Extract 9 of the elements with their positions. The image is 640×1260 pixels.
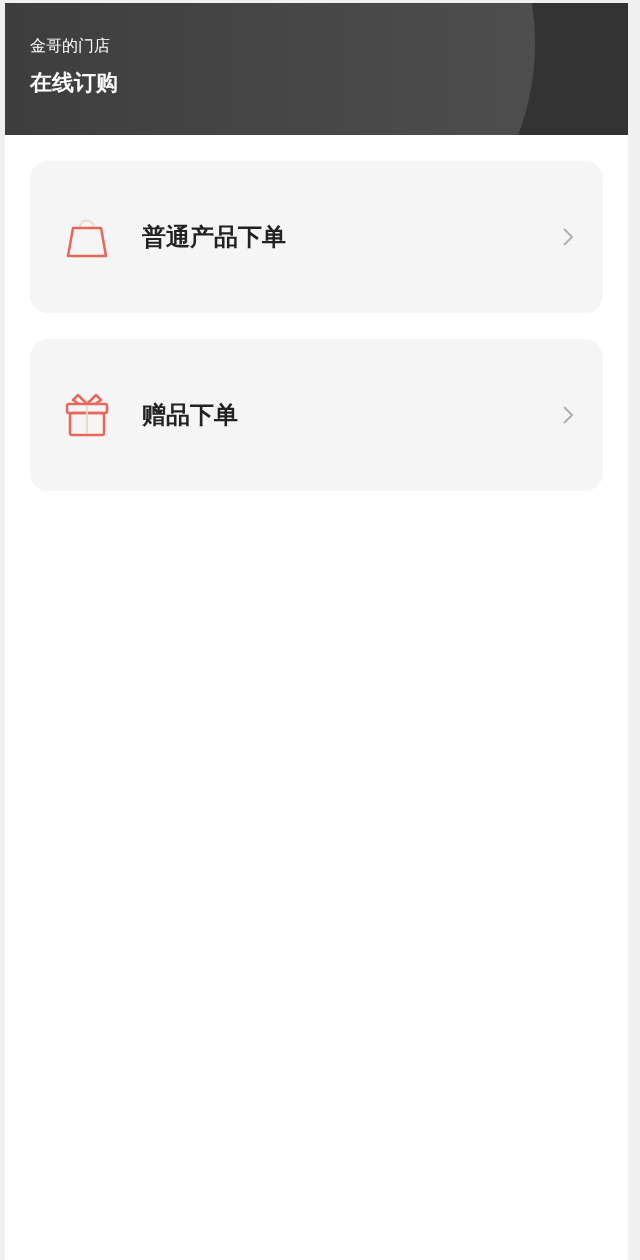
store-name: 金哥的门店 (30, 36, 111, 56)
gift-icon (64, 392, 110, 438)
menu-label: 赠品下单 (142, 400, 239, 431)
chevron-right-icon (563, 228, 573, 246)
menu-label: 普通产品下单 (142, 222, 287, 253)
chevron-right-icon (563, 406, 573, 424)
menu-item[interactable]: 赠品下单 (30, 339, 603, 491)
page-title: 在线订购 (30, 69, 119, 97)
menu-item[interactable]: 普通产品下单 (30, 161, 603, 313)
